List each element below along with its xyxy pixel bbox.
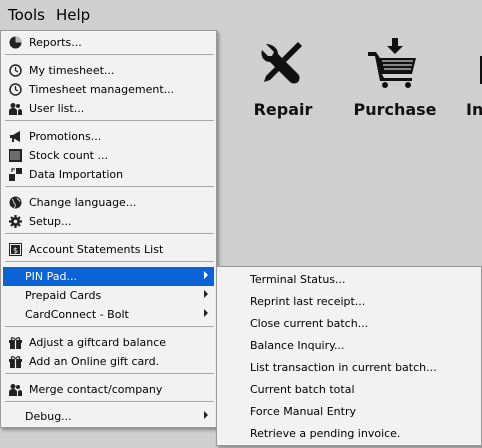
globe-icon	[9, 196, 22, 209]
wrench-screwdriver-icon	[261, 42, 302, 84]
tools-dropdown: Reports... My timesheet... Timesheet man…	[0, 30, 217, 428]
repair-tile[interactable]: Repair	[246, 36, 320, 126]
separator	[5, 54, 214, 55]
separator	[5, 186, 214, 187]
submenu-item-terminal-status[interactable]: Terminal Status...	[219, 269, 479, 289]
gift-icon	[9, 337, 22, 349]
menu-item-merge-contact[interactable]: Merge contact/company	[3, 380, 214, 399]
menu-item-stock-count[interactable]: Stock count ...	[3, 146, 214, 165]
menu-item-label: Setup...	[29, 215, 72, 228]
submenu-item-label: List transaction in current batch...	[250, 361, 437, 374]
shopping-cart-icon	[368, 38, 416, 88]
gear-icon	[9, 215, 22, 228]
menu-item-label: Stock count ...	[29, 149, 108, 162]
menu-item-add-online-gift[interactable]: Add an Online gift card.	[3, 352, 214, 371]
menu-item-label: Debug...	[25, 410, 72, 423]
menu-item-label: Reports...	[29, 36, 82, 49]
menu-item-label: Timesheet management...	[29, 83, 175, 96]
submenu-item-label: Reprint last receipt...	[250, 295, 366, 308]
submenu-item-list-transactions[interactable]: List transaction in current batch...	[219, 357, 479, 377]
menu-tools[interactable]: Tools	[8, 6, 45, 24]
megaphone-icon	[10, 131, 20, 142]
purchase-tile[interactable]: Purchase	[352, 36, 438, 126]
barcode-icon	[9, 149, 22, 162]
menu-bar: Tools Help	[0, 0, 482, 30]
separator	[5, 261, 214, 262]
menu-item-pin-pad[interactable]: PIN Pad...	[3, 267, 214, 286]
pie-chart-icon	[9, 36, 22, 49]
menu-item-label: CardConnect - Bolt	[25, 308, 129, 321]
separator	[5, 326, 214, 327]
separator	[5, 373, 214, 374]
users-icon	[9, 103, 22, 115]
statement-icon: $	[9, 243, 22, 256]
menu-help[interactable]: Help	[56, 6, 90, 24]
import-icon	[9, 168, 22, 181]
menu-item-debug[interactable]: Debug...	[3, 407, 214, 426]
menu-item-label: PIN Pad...	[25, 270, 77, 283]
menu-item-label: Promotions...	[29, 130, 102, 143]
menu-item-reports[interactable]: Reports...	[3, 33, 214, 52]
submenu-item-reprint-receipt[interactable]: Reprint last receipt...	[219, 291, 479, 311]
menu-item-label: Data Importation	[29, 168, 124, 181]
menu-item-label: Add an Online gift card.	[29, 355, 160, 368]
clock-icon	[9, 83, 22, 96]
partial-label: In	[466, 100, 482, 119]
submenu-item-label: Retrieve a pending invoice.	[250, 427, 401, 440]
submenu-item-retrieve-invoice[interactable]: Retrieve a pending invoice.	[219, 423, 479, 443]
menu-item-label: Account Statements List	[29, 243, 164, 256]
submenu-item-label: Close current batch...	[250, 317, 369, 330]
menu-item-data-importation[interactable]: Data Importation	[3, 165, 214, 184]
menu-item-setup[interactable]: Setup...	[3, 212, 214, 231]
submenu-item-label: Balance Inquiry...	[250, 339, 345, 352]
menu-item-cardconnect[interactable]: CardConnect - Bolt	[3, 305, 214, 324]
menu-item-adjust-giftcard[interactable]: Adjust a giftcard balance	[3, 333, 214, 352]
submenu-arrow-icon	[204, 271, 208, 279]
svg-text:$: $	[13, 246, 18, 255]
submenu-arrow-icon	[204, 290, 208, 298]
submenu-item-close-batch[interactable]: Close current batch...	[219, 313, 479, 333]
submenu-item-label: Terminal Status...	[250, 273, 346, 286]
menu-item-label: User list...	[29, 102, 85, 115]
contacts-merge-icon	[9, 384, 22, 396]
partial-tile[interactable]: In	[460, 36, 482, 126]
separator	[5, 401, 214, 402]
clock-icon	[9, 64, 22, 77]
menu-item-label: Adjust a giftcard balance	[29, 336, 167, 349]
submenu-item-batch-total[interactable]: Current batch total	[219, 379, 479, 399]
menu-item-timesheet-management[interactable]: Timesheet management...	[3, 80, 214, 99]
menu-item-my-timesheet[interactable]: My timesheet...	[3, 61, 214, 80]
submenu-item-force-manual-entry[interactable]: Force Manual Entry	[219, 401, 479, 421]
menu-item-prepaid-cards[interactable]: Prepaid Cards	[3, 286, 214, 305]
menu-item-user-list[interactable]: User list...	[3, 99, 214, 118]
pin-pad-submenu: Terminal Status... Reprint last receipt.…	[216, 266, 482, 446]
repair-label: Repair	[253, 100, 313, 119]
menu-item-label: Change language...	[29, 196, 137, 209]
submenu-item-label: Force Manual Entry	[250, 405, 356, 418]
submenu-item-label: Current batch total	[250, 383, 355, 396]
menu-item-label: Prepaid Cards	[25, 289, 102, 302]
menu-item-promotions[interactable]: Promotions...	[3, 127, 214, 146]
menu-item-label: Merge contact/company	[29, 383, 163, 396]
separator	[5, 233, 214, 234]
menu-item-label: My timesheet...	[29, 64, 115, 77]
submenu-arrow-icon	[204, 411, 208, 419]
submenu-item-balance-inquiry[interactable]: Balance Inquiry...	[219, 335, 479, 355]
gift-icon	[9, 356, 22, 368]
purchase-label: Purchase	[353, 100, 437, 119]
separator	[5, 120, 214, 121]
menu-item-account-statements[interactable]: $ Account Statements List	[3, 240, 214, 259]
submenu-arrow-icon	[204, 309, 208, 317]
menu-item-change-language[interactable]: Change language...	[3, 193, 214, 212]
